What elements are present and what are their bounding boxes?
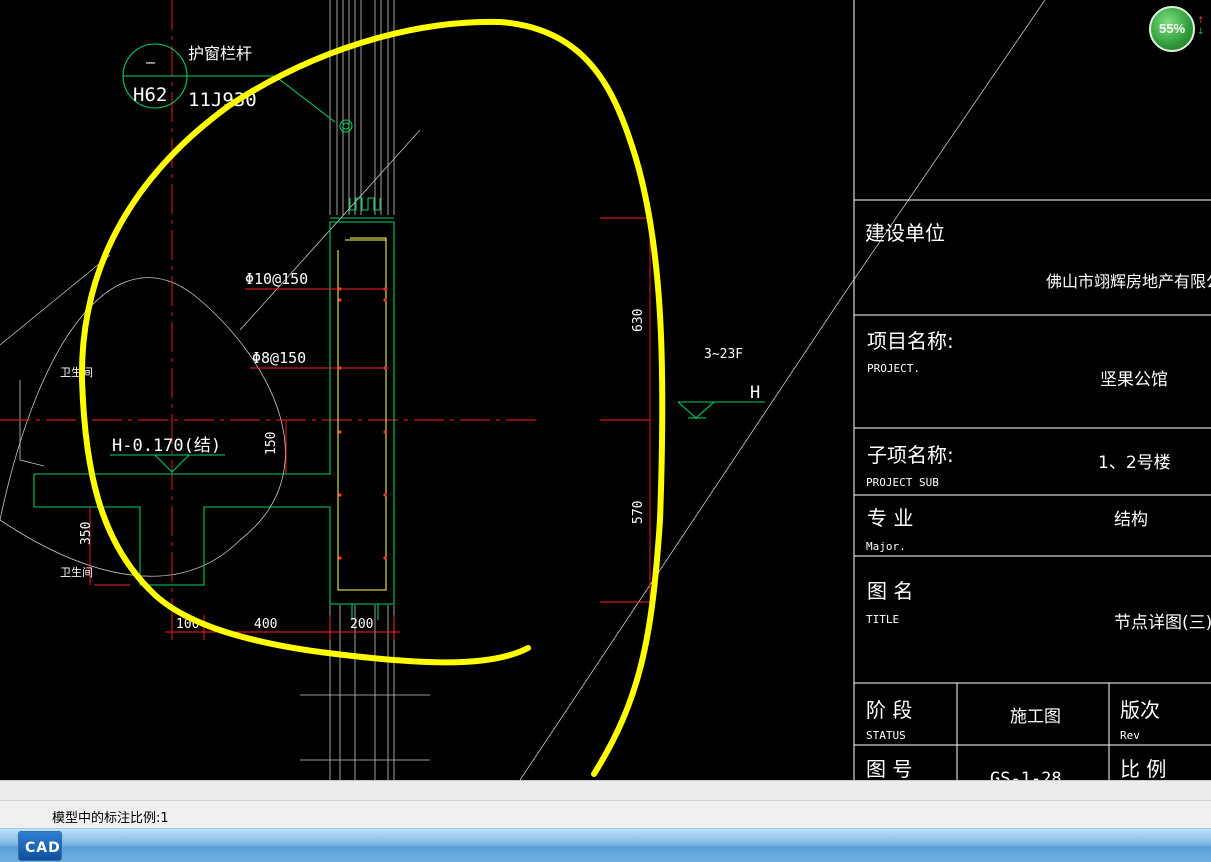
title-block-frame [853, 0, 1211, 780]
project-label: 项目名称: [867, 329, 954, 353]
callout-id: H62 [133, 84, 167, 106]
major-label-en: Major. [866, 540, 906, 553]
arrow-up-icon: ↑ [1197, 16, 1205, 26]
major-value: 结构 [1114, 510, 1148, 530]
zoom-arrows: ↑ ↓ [1197, 16, 1209, 38]
rebar-label-2: Φ8@150 [252, 349, 306, 367]
highlight-annotation [78, 18, 666, 777]
title-label: 图 名 [867, 579, 913, 603]
room-label-2: 卫生间 [60, 565, 93, 579]
dim-400: 400 [254, 617, 277, 632]
major-label: 专 业 [867, 506, 913, 530]
sub-label-en: PROJECT SUB [866, 476, 939, 489]
cad-app-icon: CAD [25, 840, 61, 856]
cad-drawing-canvas[interactable]: – H62 护窗栏杆 11J930 Φ10@150 Φ8@150 卫生间 卫生间… [0, 0, 1211, 780]
center-lines [0, 0, 650, 635]
status-bar: 模型中的标注比例:1 [0, 800, 1211, 828]
drawing-no-label: 图 号 [866, 757, 912, 780]
project-label-en: PROJECT. [867, 362, 920, 375]
callout-title: 护窗栏杆 [188, 44, 252, 63]
drawing-svg: – H62 护窗栏杆 11J930 Φ10@150 Φ8@150 卫生间 卫生间… [0, 0, 1211, 780]
dim-350: 350 [79, 522, 94, 545]
elevation-label: H-0.170(结) [112, 436, 221, 456]
drawing-no-value: GS-1-28 [990, 769, 1062, 780]
rev-label-en: Rev [1120, 729, 1140, 742]
taskbar: CAD [0, 828, 1211, 862]
sub-value: 1、2号楼 [1098, 453, 1171, 473]
floor-range-label: 3~23F [704, 347, 743, 362]
status-label-en: STATUS [866, 729, 906, 742]
dim-570: 570 [631, 501, 646, 524]
scale-label: 比 例 [1120, 757, 1166, 780]
rebar-label-1: Φ10@150 [245, 270, 308, 288]
dim-630: 630 [631, 309, 646, 332]
rebar-dots [338, 287, 387, 560]
status-label: 阶 段 [866, 698, 912, 722]
project-value: 坚果公馆 [1100, 370, 1168, 390]
rev-label: 版次 [1120, 698, 1160, 722]
status-value: 施工图 [1010, 707, 1061, 727]
structure-outline [33, 43, 765, 620]
dim-200: 200 [350, 617, 373, 632]
callout-dash: – [146, 53, 156, 71]
title-label-en: TITLE [866, 613, 899, 626]
room-label-1: 卫生间 [60, 365, 93, 379]
taskbar-cad-app[interactable]: CAD [18, 831, 62, 861]
horizontal-scrollbar[interactable] [0, 780, 1211, 800]
rebar-lines [337, 237, 387, 591]
title-value: 节点详图(三) [1114, 613, 1211, 633]
construction-lines [0, 0, 1046, 780]
client-value: 佛山市翊辉房地产有限公 [1046, 272, 1211, 291]
status-bar-text: 模型中的标注比例:1 [52, 811, 169, 826]
zoom-badge[interactable]: 55% [1149, 6, 1195, 52]
dimension-lines [89, 217, 652, 640]
client-label: 建设单位 [865, 221, 945, 245]
level-mark: H [750, 383, 760, 403]
sub-label: 子项名称: [867, 443, 954, 467]
arrow-down-icon: ↓ [1197, 27, 1205, 37]
dim-150: 150 [264, 432, 279, 455]
